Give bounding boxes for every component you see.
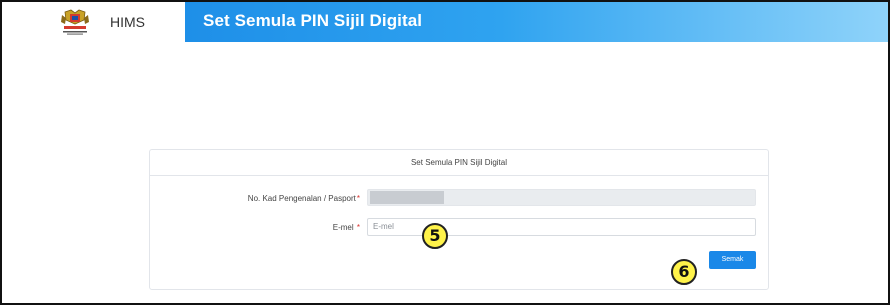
- required-mark: *: [356, 223, 360, 232]
- step-marker-6: 6: [671, 259, 697, 285]
- page-title: Set Semula PIN Sijil Digital: [203, 11, 423, 30]
- malaysia-crest-logo: [61, 9, 89, 35]
- app-window: HIMS Set Semula PIN Sijil Digital Set Se…: [0, 0, 890, 305]
- id-number-label-text: No. Kad Pengenalan / Pasport: [247, 194, 356, 203]
- card-title: Set Semula PIN Sijil Digital: [150, 150, 768, 176]
- brand[interactable]: HIMS: [2, 2, 185, 42]
- top-bar: HIMS Set Semula PIN Sijil Digital: [2, 2, 888, 42]
- app-name: HIMS: [110, 14, 145, 30]
- required-mark: *: [356, 194, 360, 203]
- semak-button[interactable]: Semak: [709, 251, 756, 269]
- id-number-label: No. Kad Pengenalan / Pasport*: [210, 194, 360, 203]
- title-banner: Set Semula PIN Sijil Digital: [185, 2, 888, 42]
- step-marker-5: 5: [422, 223, 448, 249]
- email-label-text: E-mel: [332, 223, 354, 232]
- email-label: E-mel *: [210, 223, 360, 232]
- id-number-field[interactable]: [367, 189, 756, 206]
- masked-value: [370, 191, 444, 204]
